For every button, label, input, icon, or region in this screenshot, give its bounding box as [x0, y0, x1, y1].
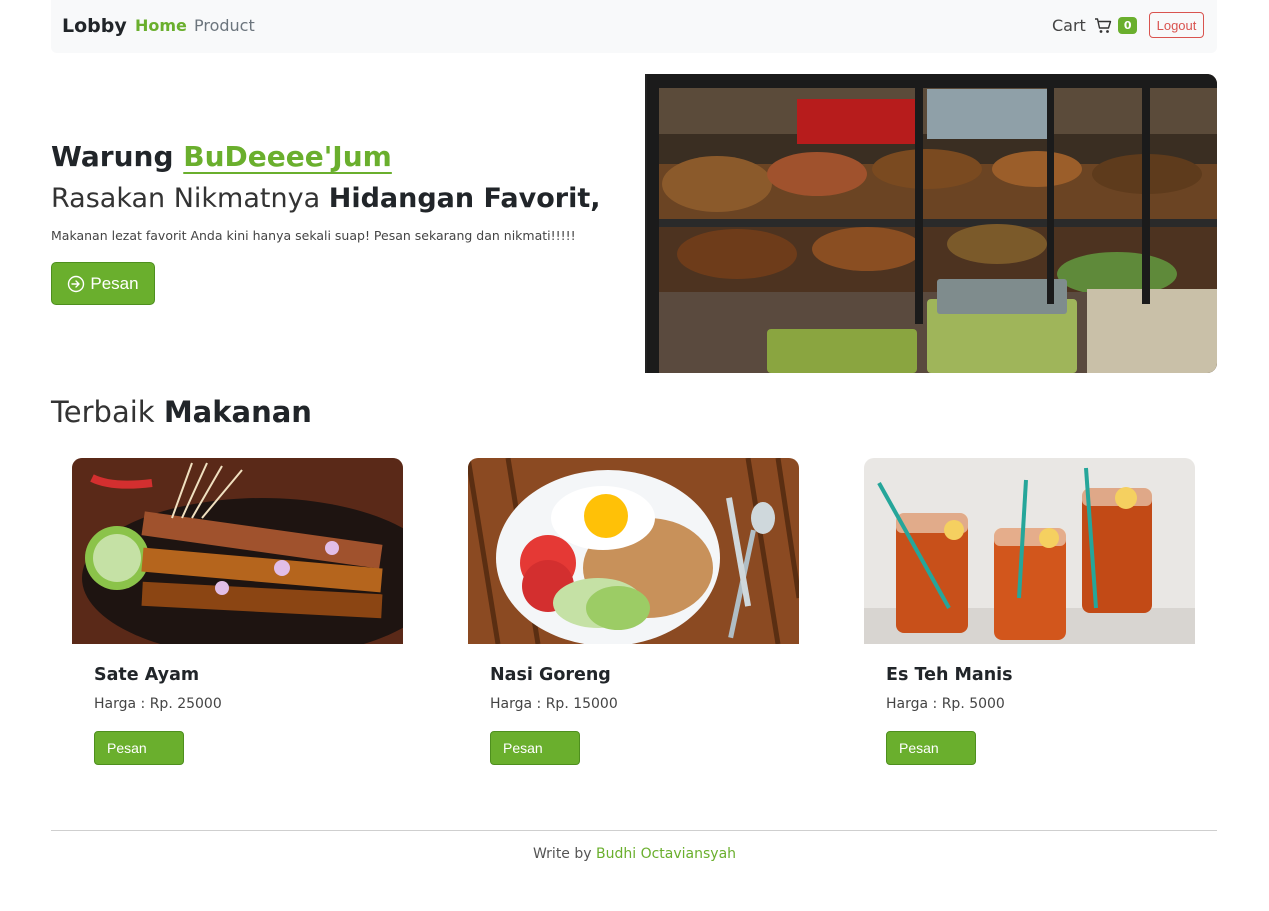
- hero-subtitle-light: Rasakan Nikmatnya: [51, 183, 321, 214]
- footer-prefix: Write by: [532, 846, 592, 862]
- navbar: Lobby Home Product Cart 0 Logout: [51, 0, 1217, 53]
- order-button-es-teh-manis[interactable]: Pesan: [886, 731, 976, 765]
- product-name: Nasi Goreng: [490, 665, 611, 685]
- footer-author-link[interactable]: Budhi Octaviansyah: [596, 846, 736, 862]
- order-button-sate-ayam[interactable]: Pesan: [94, 731, 184, 765]
- product-price: Harga : Rp. 15000: [490, 696, 618, 712]
- hero-subtitle-bold: Hidangan Favorit,: [328, 183, 601, 214]
- logout-button[interactable]: Logout: [1149, 12, 1204, 38]
- hero-title: Warung BuDeeee'Jum: [51, 140, 392, 173]
- brand-logo[interactable]: Lobby: [62, 15, 127, 37]
- hero-order-label: Pesan: [90, 273, 139, 293]
- arrow-right-circle-icon: [68, 275, 85, 292]
- cart-icon: [1094, 17, 1112, 33]
- product-price: Harga : Rp. 5000: [886, 696, 1005, 712]
- nasi-goreng-image: [468, 458, 799, 644]
- hero-title-brand: BuDeeee'Jum: [183, 140, 392, 173]
- order-button-nasi-goreng[interactable]: Pesan: [490, 731, 580, 765]
- section-title-light: Terbaik: [51, 395, 155, 429]
- product-name: Sate Ayam: [94, 665, 200, 685]
- product-card-nasi-goreng: Nasi Goreng Harga : Rp. 15000 Pesan: [468, 458, 799, 765]
- hero-description: Makanan lezat favorit Anda kini hanya se…: [51, 228, 576, 243]
- nav-product-link[interactable]: Product: [194, 16, 255, 35]
- section-title: Terbaik Makanan: [51, 395, 312, 429]
- product-card-sate-ayam: Sate Ayam Harga : Rp. 25000 Pesan: [72, 458, 403, 765]
- nav-home-link[interactable]: Home: [135, 16, 187, 35]
- hero-food-display-image: [645, 74, 1217, 373]
- section-title-bold: Makanan: [163, 395, 312, 429]
- cart-count-badge: 0: [1117, 17, 1138, 34]
- product-card-es-teh-manis: Es Teh Manis Harga : Rp. 5000 Pesan: [864, 458, 1195, 765]
- cart-label: Cart: [1052, 16, 1086, 35]
- footer: Write by Budhi Octaviansyah: [0, 846, 1269, 862]
- product-price: Harga : Rp. 25000: [94, 696, 222, 712]
- es-teh-manis-image: [864, 458, 1195, 644]
- hero-subtitle: Rasakan Nikmatnya Hidangan Favorit,: [51, 183, 601, 214]
- hero-order-button[interactable]: Pesan: [51, 262, 155, 305]
- sate-ayam-image: [72, 458, 403, 644]
- cart-link[interactable]: Cart 0: [1052, 16, 1138, 35]
- hero-title-prefix: Warung: [51, 140, 174, 173]
- footer-divider: [51, 830, 1217, 831]
- product-name: Es Teh Manis: [886, 665, 1013, 685]
